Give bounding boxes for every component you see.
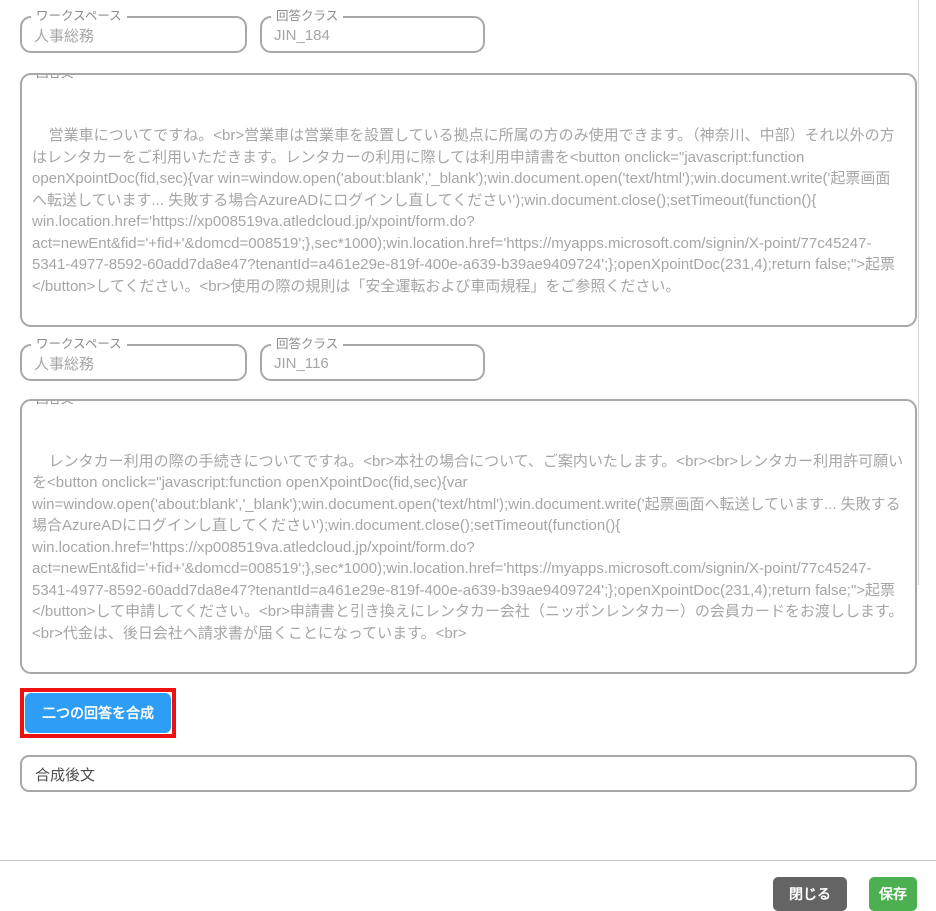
answer-pair-1-header: ワークスペース 人事総務 回答クラス JIN_184	[20, 16, 917, 53]
merged-text-field[interactable]: 合成後文	[20, 755, 917, 792]
scrollbar[interactable]	[918, 0, 919, 585]
annotation-highlight: 二つの回答を合成	[20, 688, 176, 738]
answer-text-field-2[interactable]: 回答文 レンタカー利用の際の手続きについてですね。<br>本社の場合について、ご…	[20, 399, 917, 674]
answer-text-label-2: 回答文	[31, 399, 79, 406]
answer-class-label-1: 回答クラス	[271, 9, 343, 23]
save-button[interactable]: 保存	[869, 877, 917, 911]
answer-class-field-1[interactable]: 回答クラス JIN_184	[260, 16, 485, 53]
answer-pair-2-header: ワークスペース 人事総務 回答クラス JIN_116	[20, 344, 917, 381]
answer-class-value-2: JIN_116	[274, 355, 329, 372]
dialog-body: ワークスペース 人事総務 回答クラス JIN_184 回答文 営業車についてです…	[0, 0, 936, 911]
merge-answers-button[interactable]: 二つの回答を合成	[25, 693, 171, 733]
workspace-label-1: ワークスペース	[31, 9, 127, 23]
answer-class-value-1: JIN_184	[274, 27, 330, 44]
workspace-field-1[interactable]: ワークスペース 人事総務	[20, 16, 247, 53]
close-button[interactable]: 閉じる	[773, 877, 847, 911]
merged-text-label: 合成後文	[35, 764, 95, 785]
dialog-footer: 閉じる 保存	[20, 861, 917, 911]
workspace-value-2: 人事総務	[34, 353, 94, 374]
answer-class-field-2[interactable]: 回答クラス JIN_116	[260, 344, 485, 381]
answer-text-label-1: 回答文	[31, 73, 79, 80]
answer-text-field-1[interactable]: 回答文 営業車についてですね。<br>営業車は営業車を設置している拠点に所属の方…	[20, 73, 917, 327]
workspace-label-2: ワークスペース	[31, 337, 127, 351]
answer-text-value-2: レンタカー利用の際の手続きについてですね。<br>本社の場合について、ご案内いた…	[32, 453, 903, 642]
answer-text-value-1: 営業車についてですね。<br>営業車は営業車を設置している拠点に所属の方のみ使用…	[32, 127, 895, 295]
answer-class-label-2: 回答クラス	[271, 337, 343, 351]
workspace-field-2[interactable]: ワークスペース 人事総務	[20, 344, 247, 381]
workspace-value-1: 人事総務	[34, 25, 94, 46]
